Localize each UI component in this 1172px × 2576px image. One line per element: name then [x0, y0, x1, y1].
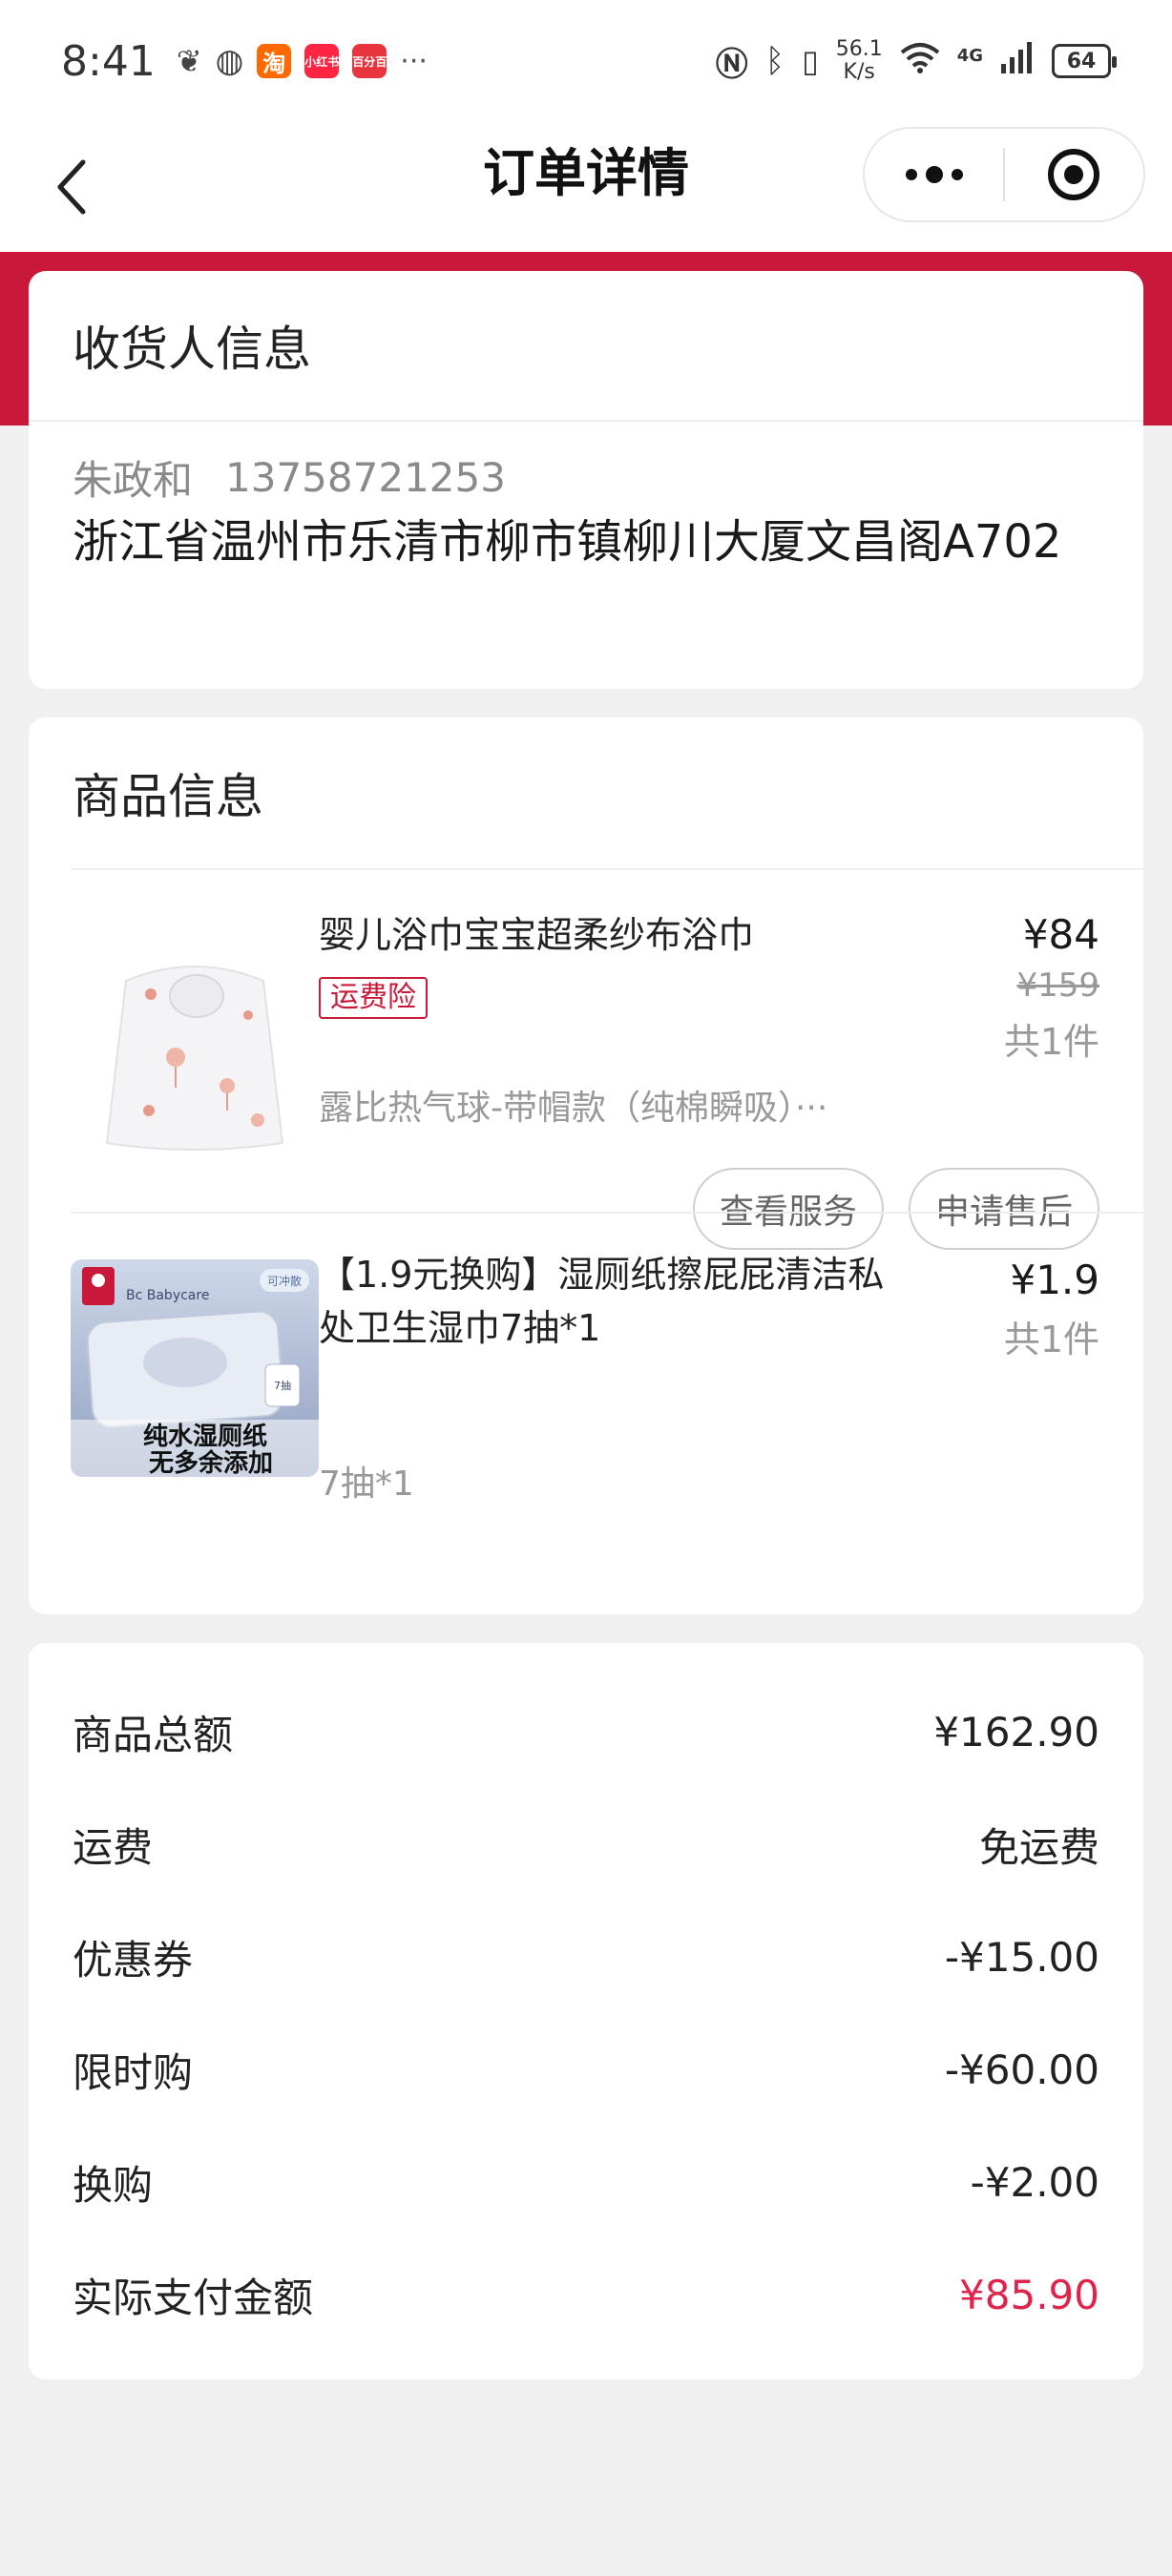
product-name: 【1.9元换购】湿厕纸擦屁屁清洁私处卫生湿巾7抽*1: [319, 1248, 910, 1355]
receiver-body: 朱政和 13758721253 浙江省温州市乐清市柳市镇柳川大厦文昌阁A702: [29, 422, 1143, 576]
product-quantity: 共1件: [1004, 1013, 1099, 1070]
goods-header: 商品信息: [71, 717, 1143, 870]
goods-card: 商品信息 婴儿浴巾宝宝超柔纱布浴巾 运费险 露比热气球-带帽款（纯棉瞬吸）···…: [29, 717, 1143, 1614]
summary-value: -¥2.00: [971, 2159, 1099, 2206]
summary-row-actual-payment: 实际支付金额 ¥85.90: [73, 2238, 1099, 2351]
actual-payment-amount: ¥85.90: [959, 2272, 1099, 2318]
receiver-card: 收货人信息 朱政和 13758721253 浙江省温州市乐清市柳市镇柳川大厦文昌…: [29, 271, 1143, 689]
summary-label: 优惠券: [73, 1928, 193, 1986]
signal-icon: [1000, 41, 1035, 82]
network-speed-unit: K/s: [836, 61, 883, 84]
thumb-brand-text: Bc Babycare: [126, 1288, 209, 1303]
receiver-name: 朱政和: [73, 448, 193, 507]
thumb-line1-text: 纯水湿厕纸: [143, 1422, 267, 1451]
vibrate-icon: ▯: [802, 43, 819, 79]
summary-row-shipping: 运费 免运费: [73, 1788, 1099, 1901]
summary-row-flash-sale: 限时购 -¥60.00: [73, 2013, 1099, 2126]
product-price: ¥1.9: [1004, 1254, 1099, 1307]
price-column: ¥84 ¥159 共1件: [1004, 908, 1099, 1070]
summary-label: 运费: [73, 1816, 153, 1874]
baifenbai-app-icon: 百分百: [352, 44, 387, 78]
wifi-icon: [900, 41, 940, 82]
thumb-line2-text: 无多余添加: [149, 1448, 273, 1477]
summary-value: -¥15.00: [945, 1934, 1099, 1981]
summary-label: 实际支付金额: [73, 2266, 313, 2324]
status-left: 8:41 ❦ ◍ 淘 小红书 百分百 ···: [61, 37, 428, 86]
more-button[interactable]: [865, 129, 1003, 220]
status-time: 8:41: [61, 37, 156, 86]
status-right: Ⓝ ᛒ ▯ 56.1 K/s 4G 64: [716, 38, 1111, 85]
network-speed-value: 56.1: [836, 38, 883, 61]
summary-row-coupon: 优惠券 -¥15.00: [73, 1901, 1099, 2013]
receiver-address: 浙江省温州市乐清市柳市镇柳川大厦文昌阁A702: [73, 508, 1099, 576]
network-type: 4G: [957, 46, 983, 66]
summary-value: -¥60.00: [945, 2046, 1099, 2093]
price-column: ¥1.9 共1件: [1004, 1254, 1099, 1368]
status-bar: 8:41 ❦ ◍ 淘 小红书 百分百 ··· Ⓝ ᛒ ▯ 56.1 K/s 4G…: [0, 0, 1172, 122]
summary-label: 换购: [73, 2153, 153, 2212]
summary-value: 免运费: [979, 1816, 1099, 1874]
product-original-price: ¥159: [1004, 962, 1099, 1009]
summary-value: ¥162.90: [933, 1709, 1099, 1755]
network-speed: 56.1 K/s: [836, 38, 883, 84]
product-spec: 露比热气球-带帽款（纯棉瞬吸）···: [319, 1080, 827, 1130]
battery-icon: 64: [1052, 44, 1111, 78]
thumb-badge-text: 可冲散: [267, 1274, 302, 1288]
product-image-baby-towel[interactable]: [71, 924, 319, 1172]
summary-row-goods-total: 商品总额 ¥162.90: [73, 1675, 1099, 1788]
wechat-icon: ◍: [216, 42, 244, 80]
target-close-icon: [1046, 147, 1101, 202]
product-price: ¥84: [1004, 908, 1099, 962]
shipping-insurance-badge: 运费险: [319, 977, 428, 1019]
summary-label: 商品总额: [73, 1703, 233, 1761]
product-quantity: 共1件: [1004, 1311, 1099, 1368]
bluetooth-icon: ᛒ: [765, 42, 785, 80]
close-miniprogram-button[interactable]: [1005, 129, 1143, 220]
goods-item[interactable]: 婴儿浴巾宝宝超柔纱布浴巾 运费险 露比热气球-带帽款（纯棉瞬吸）··· ¥84 …: [29, 870, 1143, 1061]
taobao-app-icon: 淘: [257, 44, 291, 78]
summary-label: 限时购: [73, 2041, 193, 2099]
receiver-phone: 13758721253: [225, 454, 506, 501]
receiver-contact: 朱政和 13758721253: [73, 450, 1099, 504]
nav-bar: 订单详情: [0, 122, 1172, 252]
product-name: 婴儿浴巾宝宝超柔纱布浴巾: [319, 908, 796, 962]
goods-item[interactable]: 可冲散 Bc Babycare 7抽 纯水湿厕纸 无多余添加 【1.9元换购】湿…: [29, 1212, 1143, 1593]
product-spec: 7抽*1: [319, 1456, 414, 1506]
price-summary-card: 商品总额 ¥162.90 运费 免运费 优惠券 -¥15.00 限时购 -¥60…: [29, 1643, 1143, 2379]
product-image-wet-wipes[interactable]: 可冲散 Bc Babycare 7抽 纯水湿厕纸 无多余添加: [71, 1259, 319, 1477]
leaf-icon: ❦: [177, 43, 202, 79]
receiver-header: 收货人信息: [29, 271, 1143, 422]
more-dots-icon: [904, 165, 965, 184]
thumb-side-text: 7抽: [274, 1379, 291, 1392]
more-notifications-icon: ···: [400, 45, 428, 78]
xiaohongshu-app-icon: 小红书: [304, 44, 339, 78]
nfc-icon: Ⓝ: [716, 38, 748, 85]
miniprogram-capsule: [863, 127, 1145, 222]
summary-row-trade-in: 换购 -¥2.00: [73, 2126, 1099, 2238]
